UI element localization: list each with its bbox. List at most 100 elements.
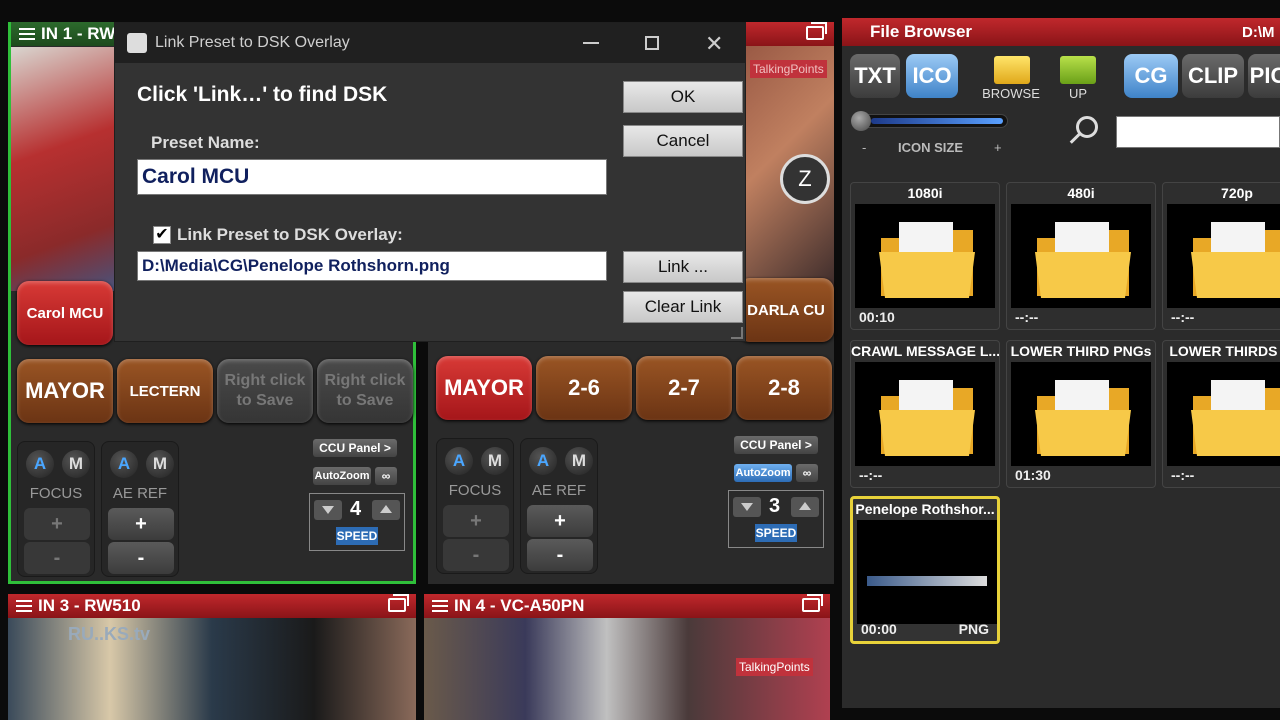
file-tile[interactable]: 480i --:-- bbox=[1006, 182, 1156, 330]
file-preview bbox=[1167, 204, 1280, 308]
link-checkbox-label: Link Preset to DSK Overlay: bbox=[177, 225, 403, 244]
ae-ref-label: AE REF bbox=[112, 485, 168, 502]
file-name: LOWER THIRD PNGs bbox=[1010, 343, 1152, 359]
file-tile[interactable]: Penelope Rothshor... 00:00 PNG bbox=[850, 496, 1000, 644]
ae-plus-button[interactable]: + bbox=[527, 505, 593, 537]
app-icon bbox=[127, 33, 147, 53]
preset-button[interactable]: MAYOR bbox=[436, 356, 532, 420]
focus-plus-button[interactable]: + bbox=[24, 508, 90, 540]
menu-icon[interactable] bbox=[432, 597, 448, 615]
input-3-titlebar: IN 3 - RW510 bbox=[8, 594, 416, 618]
folder-icon bbox=[1191, 380, 1280, 456]
close-icon[interactable]: ✕ bbox=[705, 31, 723, 57]
link-icon[interactable]: ∞ bbox=[375, 467, 397, 485]
empty-preset-button[interactable]: Right click to Save bbox=[217, 359, 313, 423]
file-duration: --:-- bbox=[1171, 309, 1195, 325]
maximize-icon[interactable] bbox=[645, 36, 659, 50]
preset-button[interactable]: DARLA CU bbox=[738, 278, 834, 342]
empty-preset-button[interactable]: Right click to Save bbox=[317, 359, 413, 423]
manual-focus-button[interactable]: M bbox=[62, 450, 90, 478]
file-preview bbox=[1011, 362, 1151, 466]
folder-icon bbox=[1035, 222, 1131, 298]
manual-ae-button[interactable]: M bbox=[565, 447, 593, 475]
window-toggle-icon[interactable] bbox=[802, 594, 823, 612]
preset-button[interactable]: 2-6 bbox=[536, 356, 632, 420]
preset-button[interactable]: Carol MCU bbox=[17, 281, 113, 345]
file-name: Penelope Rothshor... bbox=[855, 501, 995, 517]
preset-button[interactable]: 2-8 bbox=[736, 356, 832, 420]
file-name: 1080i bbox=[907, 185, 943, 201]
autozoom-button[interactable]: AutoZoom bbox=[734, 464, 792, 482]
input-4-title: IN 4 - VC-A50PN bbox=[454, 596, 585, 615]
lower-third-preview bbox=[867, 576, 987, 586]
input-3-video-text: RU..KS.tv bbox=[68, 624, 151, 644]
auto-focus-button[interactable]: A bbox=[445, 447, 473, 475]
input-3-title: IN 3 - RW510 bbox=[38, 596, 141, 615]
focus-minus-button[interactable]: - bbox=[24, 542, 90, 574]
auto-focus-button[interactable]: A bbox=[26, 450, 54, 478]
file-preview bbox=[855, 204, 995, 308]
ok-button[interactable]: OK bbox=[623, 81, 743, 113]
dsk-path-field[interactable]: D:\Media\CG\Penelope Rothshorn.png bbox=[137, 251, 607, 281]
focus-plus-button[interactable]: + bbox=[443, 505, 509, 537]
preset-name-field[interactable]: Carol MCU bbox=[137, 159, 607, 195]
focus-control: A M FOCUS + - bbox=[17, 441, 95, 577]
manual-focus-button[interactable]: M bbox=[481, 447, 509, 475]
link-preset-dialog: Link Preset to DSK Overlay ✕ Click 'Link… bbox=[114, 22, 746, 342]
link-button[interactable]: Link ... bbox=[623, 251, 743, 283]
speed-down-button[interactable] bbox=[733, 497, 761, 517]
file-preview bbox=[1167, 362, 1280, 466]
preset-button[interactable]: 2-7 bbox=[636, 356, 732, 420]
ae-ref-control: A M AE REF + - bbox=[520, 438, 598, 574]
file-tile[interactable]: 720p --:-- bbox=[1162, 182, 1280, 330]
speed-up-button[interactable] bbox=[372, 500, 400, 520]
file-duration: --:-- bbox=[1171, 467, 1195, 483]
file-duration: 00:10 bbox=[859, 309, 895, 325]
minimize-icon[interactable] bbox=[583, 42, 599, 44]
focus-minus-button[interactable]: - bbox=[443, 539, 509, 571]
auto-ae-button[interactable]: A bbox=[529, 447, 557, 475]
folder-icon bbox=[1035, 380, 1131, 456]
resize-grip-icon[interactable] bbox=[731, 327, 743, 339]
file-tile[interactable]: CRAWL MESSAGE L... --:-- bbox=[850, 340, 1000, 488]
preset-button[interactable]: MAYOR bbox=[17, 359, 113, 423]
ccu-panel-button[interactable]: CCU Panel > bbox=[313, 439, 397, 457]
ae-minus-button[interactable]: - bbox=[108, 542, 174, 574]
speed-control: 3 SPEED bbox=[728, 490, 824, 548]
ccu-panel-button[interactable]: CCU Panel > bbox=[734, 436, 818, 454]
clear-link-button[interactable]: Clear Link bbox=[623, 291, 743, 323]
window-toggle-icon[interactable] bbox=[388, 594, 409, 612]
manual-ae-button[interactable]: M bbox=[146, 450, 174, 478]
ae-minus-button[interactable]: - bbox=[527, 539, 593, 571]
input-4-panel: IN 4 - VC-A50PN TalkingPoints bbox=[424, 594, 830, 720]
window-toggle-icon[interactable] bbox=[806, 22, 827, 40]
file-tile[interactable]: 1080i 00:10 bbox=[850, 182, 1000, 330]
preset-button[interactable]: LECTERN bbox=[117, 359, 213, 423]
focus-label: FOCUS bbox=[448, 482, 502, 499]
file-tile[interactable]: LOWER THIRD PNGs 01:30 bbox=[1006, 340, 1156, 488]
input-1-title: IN 1 - RW bbox=[41, 24, 116, 43]
file-type: PNG bbox=[958, 621, 989, 637]
file-preview bbox=[1011, 204, 1151, 308]
logo-icon: Z bbox=[780, 154, 830, 204]
speed-down-button[interactable] bbox=[314, 500, 342, 520]
speed-value: 4 bbox=[350, 498, 362, 520]
link-checkbox[interactable]: ✔ bbox=[153, 226, 171, 244]
input-4-video-text: TalkingPoints bbox=[736, 658, 813, 676]
link-icon[interactable]: ∞ bbox=[796, 464, 818, 482]
speed-up-button[interactable] bbox=[791, 497, 819, 517]
input-3-video: RU..KS.tv bbox=[8, 618, 416, 720]
autozoom-button[interactable]: AutoZoom bbox=[313, 467, 371, 485]
cancel-button[interactable]: Cancel bbox=[623, 125, 743, 157]
file-tile[interactable]: LOWER THIRDS 5 ... --:-- bbox=[1162, 340, 1280, 488]
menu-icon[interactable] bbox=[19, 25, 35, 43]
file-name: 720p bbox=[1221, 185, 1253, 201]
menu-icon[interactable] bbox=[16, 597, 32, 615]
ae-ref-label: AE REF bbox=[531, 482, 587, 499]
input-2-video-text: TalkingPoints bbox=[750, 60, 827, 78]
ae-plus-button[interactable]: + bbox=[108, 508, 174, 540]
file-duration: 01:30 bbox=[1015, 467, 1051, 483]
file-duration: --:-- bbox=[1015, 309, 1039, 325]
auto-ae-button[interactable]: A bbox=[110, 450, 138, 478]
input-4-titlebar: IN 4 - VC-A50PN bbox=[424, 594, 830, 618]
